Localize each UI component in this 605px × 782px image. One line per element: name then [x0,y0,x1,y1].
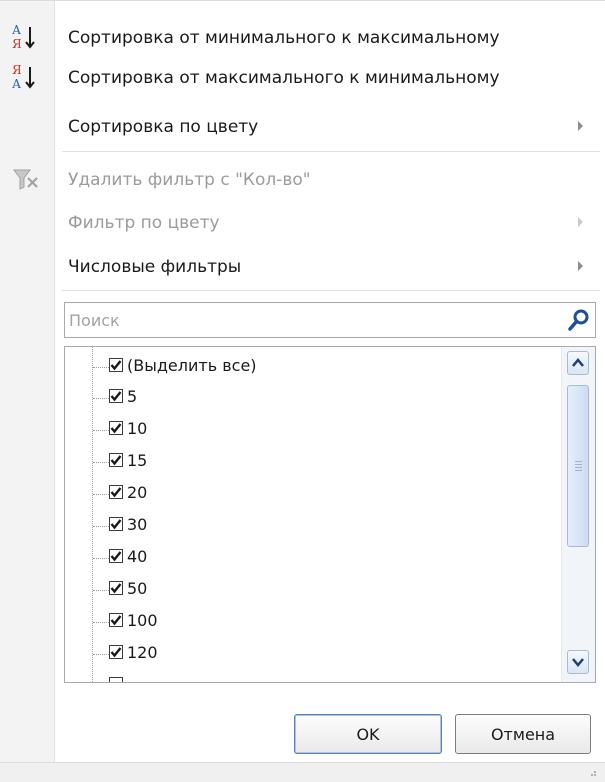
list-item[interactable]: 50 [65,574,559,605]
checkbox[interactable] [109,485,123,499]
list-item-label: 15 [127,451,148,470]
tree-branch [93,494,109,495]
resize-strip [0,762,605,782]
checkbox[interactable] [109,613,123,627]
icon-gutter [0,0,55,762]
submenu-arrow-icon [578,217,583,227]
checkmark-icon [110,360,122,371]
checkbox[interactable] [109,389,123,403]
menu-item-filter-by-color[interactable]: Фильтр по цвету [54,206,605,240]
list-item[interactable]: 40 [65,542,559,573]
tree-branch [93,622,109,623]
checkbox[interactable] [109,677,123,682]
checkbox[interactable] [109,517,123,531]
menu-item-label: Числовые фильтры [68,257,242,277]
search-box [64,302,596,338]
checkbox[interactable] [109,549,123,563]
menu-item-label: Сортировка от минимального к максимально… [68,28,500,48]
scroll-grip [575,464,582,465]
list-item[interactable]: 30 [65,510,559,541]
tree-branch [93,398,109,399]
search-input[interactable] [69,307,549,333]
list-item[interactable]: 15 [65,446,559,477]
menu-separator [62,290,600,291]
list-item[interactable]: 100 [65,606,559,637]
checkbox[interactable] [109,645,123,659]
list-item-label: 20 [127,483,148,502]
menu-item-label: Сортировка по цвету [68,117,259,137]
checkmark-icon [110,551,122,562]
submenu-arrow-icon [578,261,583,271]
list-item[interactable]: 20 [65,478,559,509]
list-scrollbar[interactable] [561,347,595,682]
tree-branch [93,430,109,431]
menu-item-clear-filter[interactable]: Удалить фильтр с "Кол-во" [54,163,605,197]
tree-branch [93,590,109,591]
list-item-label: 50 [127,579,148,598]
scroll-grip [575,467,582,468]
menu-item-label: Удалить фильтр с "Кол-во" [68,170,311,190]
list-item-select-all[interactable]: (Выделить все) [65,351,559,382]
checkbox[interactable] [109,358,123,372]
list-item[interactable]: 120 [65,638,559,669]
ok-button[interactable]: OK [294,714,442,754]
checkbox[interactable] [109,453,123,467]
checkbox[interactable] [109,581,123,595]
scroll-thumb[interactable] [567,385,589,547]
svg-text:Я: Я [12,63,22,77]
cancel-button[interactable]: Отмена [455,714,591,754]
menu-item-sort-by-color[interactable]: Сортировка по цвету [54,110,605,144]
scroll-grip [575,470,582,471]
svg-text:А: А [12,77,21,91]
list-item-partial[interactable] [65,670,559,682]
checkmark-icon [110,423,122,434]
checkmark-icon [110,583,122,594]
resize-grip-icon[interactable] [589,769,597,777]
scroll-grip [575,461,582,462]
checkmark-icon [110,519,122,530]
list-item-label: 100 [127,611,158,630]
tree-branch [93,526,109,527]
list-item[interactable]: 10 [65,414,559,445]
list-item-label: 5 [127,387,138,406]
menu-item-sort-ascending[interactable]: Сортировка от минимального к максимально… [54,21,605,55]
menu-item-label: Сортировка от максимального к минимально… [68,68,500,88]
menu-item-number-filters[interactable]: Числовые фильтры [54,250,605,284]
list-item[interactable]: 5 [65,382,559,413]
tree-branch [93,367,109,368]
scroll-down-button[interactable] [567,650,589,674]
list-item-label: 10 [127,419,148,438]
checkmark-icon [110,647,122,658]
checkmark-icon [110,487,122,498]
checkmark-icon [110,391,122,402]
value-list[interactable]: (Выделить все) 5 10 15 20 30 40 50 100 1… [64,346,596,683]
list-item-label: (Выделить все) [127,356,257,375]
clear-filter-icon [13,169,38,190]
checkbox[interactable] [109,421,123,435]
submenu-arrow-icon [578,121,583,131]
scroll-up-icon [572,358,584,367]
sort-asc-icon: А Я [12,23,35,51]
sort-desc-icon: Я А [12,63,35,91]
scroll-up-button[interactable] [567,351,589,375]
menu-separator [62,151,600,152]
scroll-down-icon [572,658,584,667]
menu-item-sort-descending[interactable]: Сортировка от максимального к минимально… [54,61,605,95]
menu-top-border [0,0,605,1]
tree-branch [93,654,109,655]
list-item-label: 40 [127,547,148,566]
tree-branch [93,462,109,463]
search-icon[interactable] [567,308,591,332]
checkmark-icon [110,455,122,466]
svg-text:А: А [12,23,21,37]
svg-text:Я: Я [12,37,22,51]
list-item-label: 120 [127,643,158,662]
menu-item-label: Фильтр по цвету [68,213,220,233]
tree-branch [93,558,109,559]
list-item-label: 30 [127,515,148,534]
checkmark-icon [110,615,122,626]
